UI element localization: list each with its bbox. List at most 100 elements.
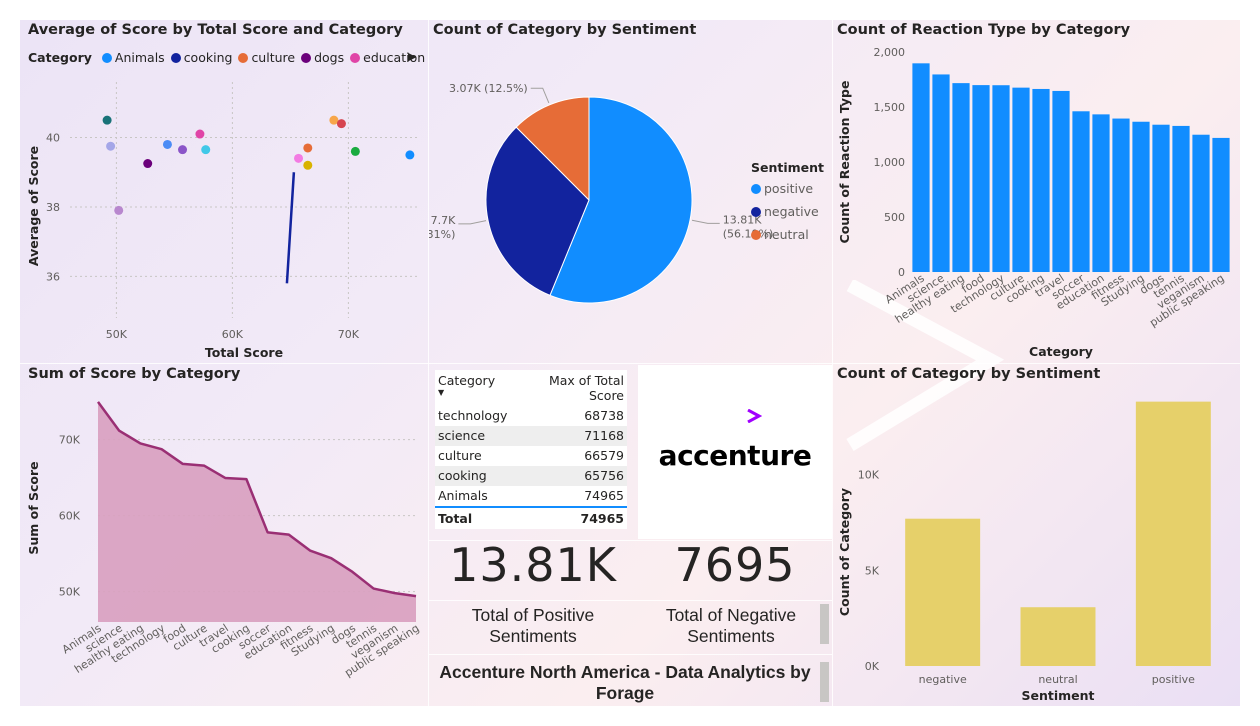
table-cell-value: 65756 (510, 466, 627, 486)
legend-dot-icon (751, 207, 761, 217)
y-tick-label: 1,500 (874, 101, 906, 114)
table-row[interactable]: technology 68738 (435, 406, 627, 427)
reaction-bar-chart: 05001,0001,5002,000Animalssciencehealthy… (837, 46, 1230, 359)
scatter-point (178, 145, 188, 155)
table-row[interactable]: science 71168 (435, 426, 627, 446)
table-cell-category: science (435, 426, 511, 446)
pie-legend: Sentiment positive negative neutral (751, 160, 824, 250)
bar-positive (1135, 401, 1211, 666)
negative-kpi-label: Total of Negative Sentiments (665, 605, 797, 646)
scatter-point (294, 153, 304, 163)
bar-education (1092, 114, 1110, 273)
bar-food (972, 85, 990, 272)
table-row[interactable]: Animals 74965 (435, 486, 627, 508)
table-row[interactable]: cooking 65756 (435, 466, 627, 486)
accenture-logo-panel: accenture (638, 365, 832, 539)
y-tick-label: 10K (858, 469, 880, 482)
max-score-table: Category ▼ Max of Total Score technology… (435, 370, 627, 529)
table-cell-value: 68738 (584, 408, 624, 423)
scatter-point (303, 160, 313, 170)
scatter-panel[interactable]: Average of Score by Total Score and Cate… (20, 20, 428, 363)
x-axis-title: Total Score (205, 345, 283, 360)
table-cell-category: Animals (435, 486, 511, 508)
y-axis-title: Sum of Score (26, 461, 41, 554)
reaction-bar-panel[interactable]: Count of Reaction Type by Category 0 500 1… (833, 20, 1240, 363)
bar-soccer (1072, 111, 1090, 272)
table-total-label: Total (438, 511, 473, 526)
scatter-point (350, 146, 360, 156)
table-total-row: Total 74965 (435, 507, 627, 529)
table-row[interactable]: culture 66579 (435, 446, 627, 466)
x-tick-label: negative (919, 673, 967, 686)
table-cell-value: 66579 (584, 448, 624, 463)
bar-science (932, 74, 950, 272)
y-tick-label: 1,000 (874, 156, 906, 169)
y-tick-label: 36 (46, 270, 60, 283)
bar-technology (992, 85, 1010, 272)
pie-legend-item-neutral[interactable]: neutral (751, 227, 824, 242)
pie-panel[interactable]: Count of Category by Sentiment 13.81K (56… (429, 20, 832, 363)
pie-leader-line (458, 220, 487, 225)
panel-divider (429, 540, 832, 541)
y-axis-title: Count of Reaction Type (837, 81, 852, 244)
legend-item-label: negative (764, 204, 819, 219)
scatter-point (162, 139, 172, 149)
area-chart: 50K60K70KAnimalssciencehealthy eatingtec… (26, 401, 422, 679)
pie-legend-item-positive[interactable]: positive (751, 181, 824, 196)
dashboard-canvas: Average of Score by Total Score and Cate… (20, 20, 1240, 706)
table-panel[interactable]: Category ▼ Max of Total Score technology… (429, 364, 637, 540)
legend-item-label: positive (764, 181, 814, 196)
y-tick-label: 2,000 (874, 46, 906, 59)
bar-studying (1132, 121, 1150, 273)
legend-dot-icon (751, 184, 761, 194)
scatter-point (143, 159, 153, 169)
y-tick-label: 60K (59, 510, 81, 523)
area-fill (98, 401, 416, 622)
x-tick-label: positive (1152, 673, 1195, 686)
pie-data-label: 7.7K (431, 214, 456, 227)
x-tick-label: 70K (338, 328, 360, 341)
bar-travel (1052, 90, 1070, 272)
y-axis-title: Average of Score (26, 146, 41, 266)
area-panel[interactable]: Sum of Score by Category 50K 60K 70K Animal… (20, 364, 428, 706)
positive-kpi-label: Total of Positive Sentiments (471, 605, 595, 646)
legend-item-label: neutral (764, 227, 809, 242)
y-tick-label: 50K (59, 586, 81, 599)
scatter-point (114, 205, 124, 215)
panel-divider (429, 600, 832, 601)
table-cell-category: culture (438, 448, 482, 463)
y-tick-label: 38 (46, 201, 60, 214)
column-header-max-total-score[interactable]: Max of Total Score (510, 370, 627, 406)
x-tick-label: neutral (1038, 673, 1077, 686)
negative-kpi-value: 7695 (674, 538, 796, 592)
bar-cooking (1032, 88, 1050, 273)
panel-divider (429, 654, 832, 655)
sort-descending-icon[interactable]: ▼ (438, 389, 507, 397)
y-tick-label: 70K (59, 434, 81, 447)
scatter-point (195, 129, 205, 139)
sentiment-bar-panel[interactable]: Count of Category by Sentiment 0K 5K 10K ne… (833, 364, 1240, 706)
table-cell-value: 71168 (510, 426, 627, 446)
x-axis-title: Category (1029, 344, 1093, 359)
pie-legend-item-negative[interactable]: negative (751, 204, 824, 219)
pie-data-label-percent: (31.31%) (429, 228, 455, 241)
scatter-point (201, 145, 211, 155)
table-cell-category: cooking (435, 466, 511, 486)
scatter-chart: 36 38 40 50K 60K 70K Total Score Average of Sco… (26, 82, 418, 360)
accenture-chevron-icon (747, 409, 762, 423)
bar-healthy-eating (952, 83, 970, 272)
bar-public-speaking (1212, 137, 1230, 272)
footer-title: Accenture North America - Data Analytics… (439, 662, 811, 703)
column-header-category[interactable]: Category ▼ (435, 370, 511, 406)
sentiment-bar-chart: 0K 5K 10K negative neutral positive Sentiment C… (837, 401, 1211, 703)
scatter-point (106, 141, 116, 151)
x-axis-title: Sentiment (1021, 688, 1094, 703)
scatter-point (336, 119, 346, 129)
y-tick-label: 5K (865, 564, 880, 577)
pie-leader-line (530, 87, 550, 104)
scrollbar[interactable] (820, 662, 829, 702)
bar-culture (1012, 87, 1030, 272)
scrollbar[interactable] (820, 604, 829, 644)
bar-fitness (1112, 118, 1130, 272)
bar-negative (905, 518, 981, 666)
